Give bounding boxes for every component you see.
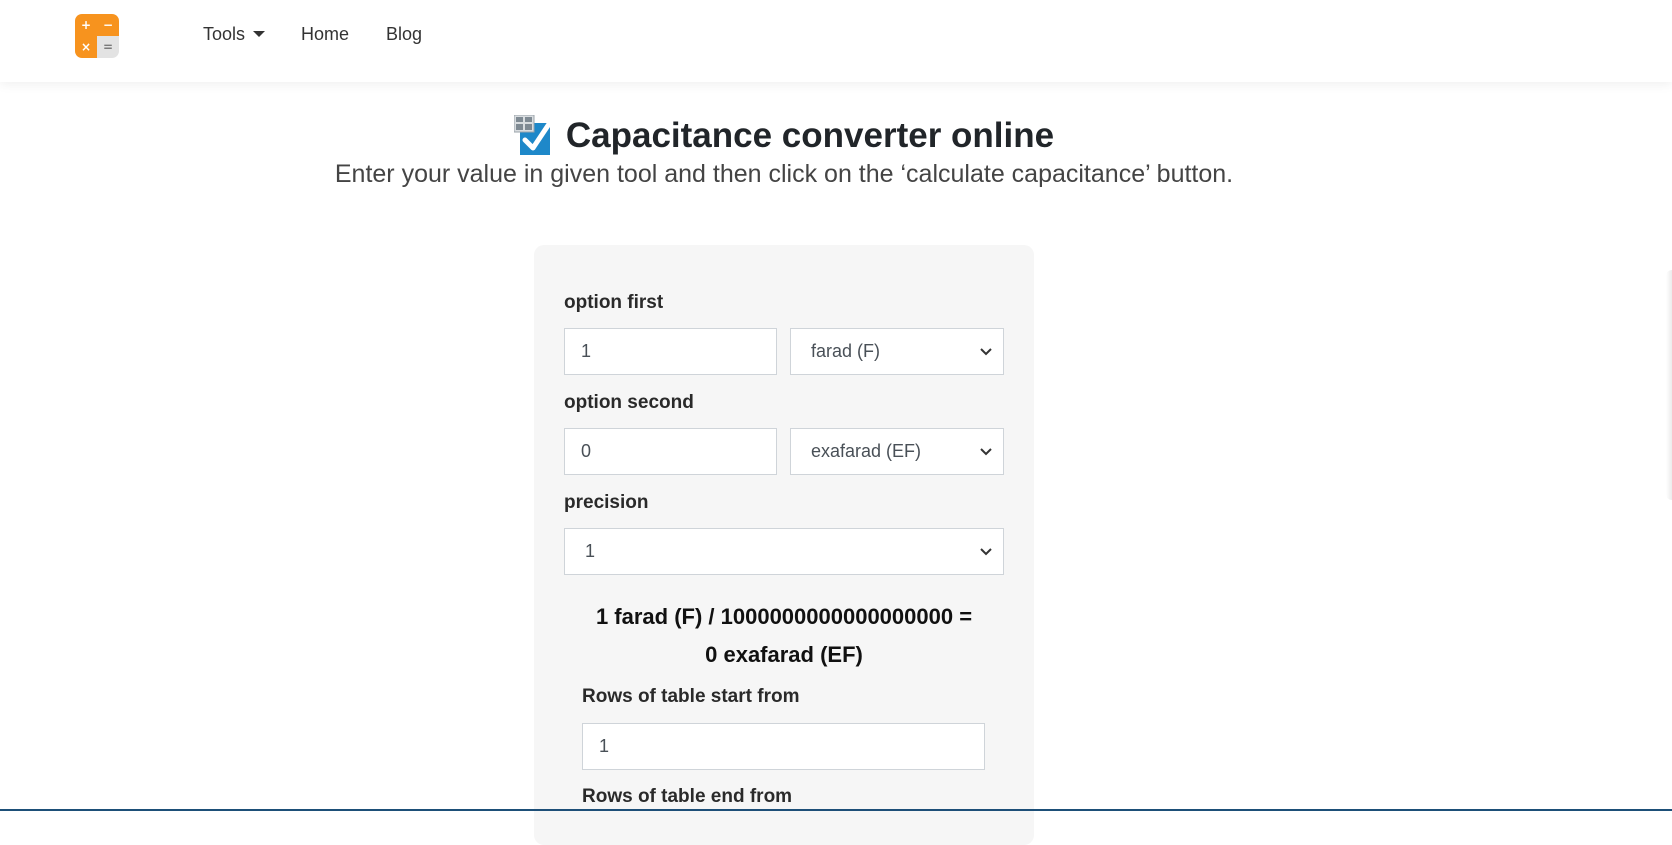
chevron-down-icon (979, 544, 993, 558)
side-panel-edge (1666, 270, 1672, 500)
precision-label: precision (564, 492, 648, 514)
nav-tools-label: Tools (203, 24, 245, 44)
option-second-value-input[interactable]: 0 (564, 428, 777, 475)
rows-start-input[interactable]: 1 (582, 723, 985, 770)
logo-minus: − (97, 14, 119, 36)
nav-home-link[interactable]: Home (301, 24, 349, 45)
chevron-down-icon (979, 344, 993, 358)
rows-start-label: Rows of table start from (582, 686, 799, 708)
page-title: Capacitance converter online (514, 110, 1054, 162)
precision-value: 1 (585, 541, 595, 562)
conversion-result: 1 farad (F) / 1000000000000000000 = 0 ex… (534, 598, 1034, 674)
option-first-value-input[interactable]: 1 (564, 328, 777, 375)
option-first-unit-value: farad (F) (811, 341, 880, 362)
nav-tools-dropdown[interactable]: Tools (203, 24, 265, 45)
logo-equals: = (97, 36, 119, 58)
logo-times: × (75, 36, 97, 58)
calculator-logo-icon[interactable]: + − × = (75, 14, 119, 58)
option-second-label: option second (564, 392, 694, 414)
option-first-unit-select[interactable]: farad (F) (790, 328, 1004, 375)
option-second-unit-value: exafarad (EF) (811, 441, 921, 462)
page-title-text: Capacitance converter online (566, 116, 1054, 156)
checkbox-checked-icon (514, 115, 552, 157)
heading-row: Capacitance converter online (0, 110, 1568, 162)
logo-plus: + (75, 14, 97, 36)
conversion-result-line1: 1 farad (F) / 1000000000000000000 = (534, 598, 1034, 636)
option-second-unit-select[interactable]: exafarad (EF) (790, 428, 1004, 475)
chevron-down-icon (979, 444, 993, 458)
precision-select[interactable]: 1 (564, 528, 1004, 575)
page-subtitle: Enter your value in given tool and then … (0, 160, 1568, 189)
conversion-result-line2: 0 exafarad (EF) (534, 636, 1034, 674)
rows-end-label: Rows of table end from (582, 786, 792, 808)
nav-blog-link[interactable]: Blog (386, 24, 422, 45)
navbar: + − × = Tools Home Blog (0, 0, 1672, 82)
option-first-label: option first (564, 292, 663, 314)
caret-down-icon (253, 31, 265, 37)
